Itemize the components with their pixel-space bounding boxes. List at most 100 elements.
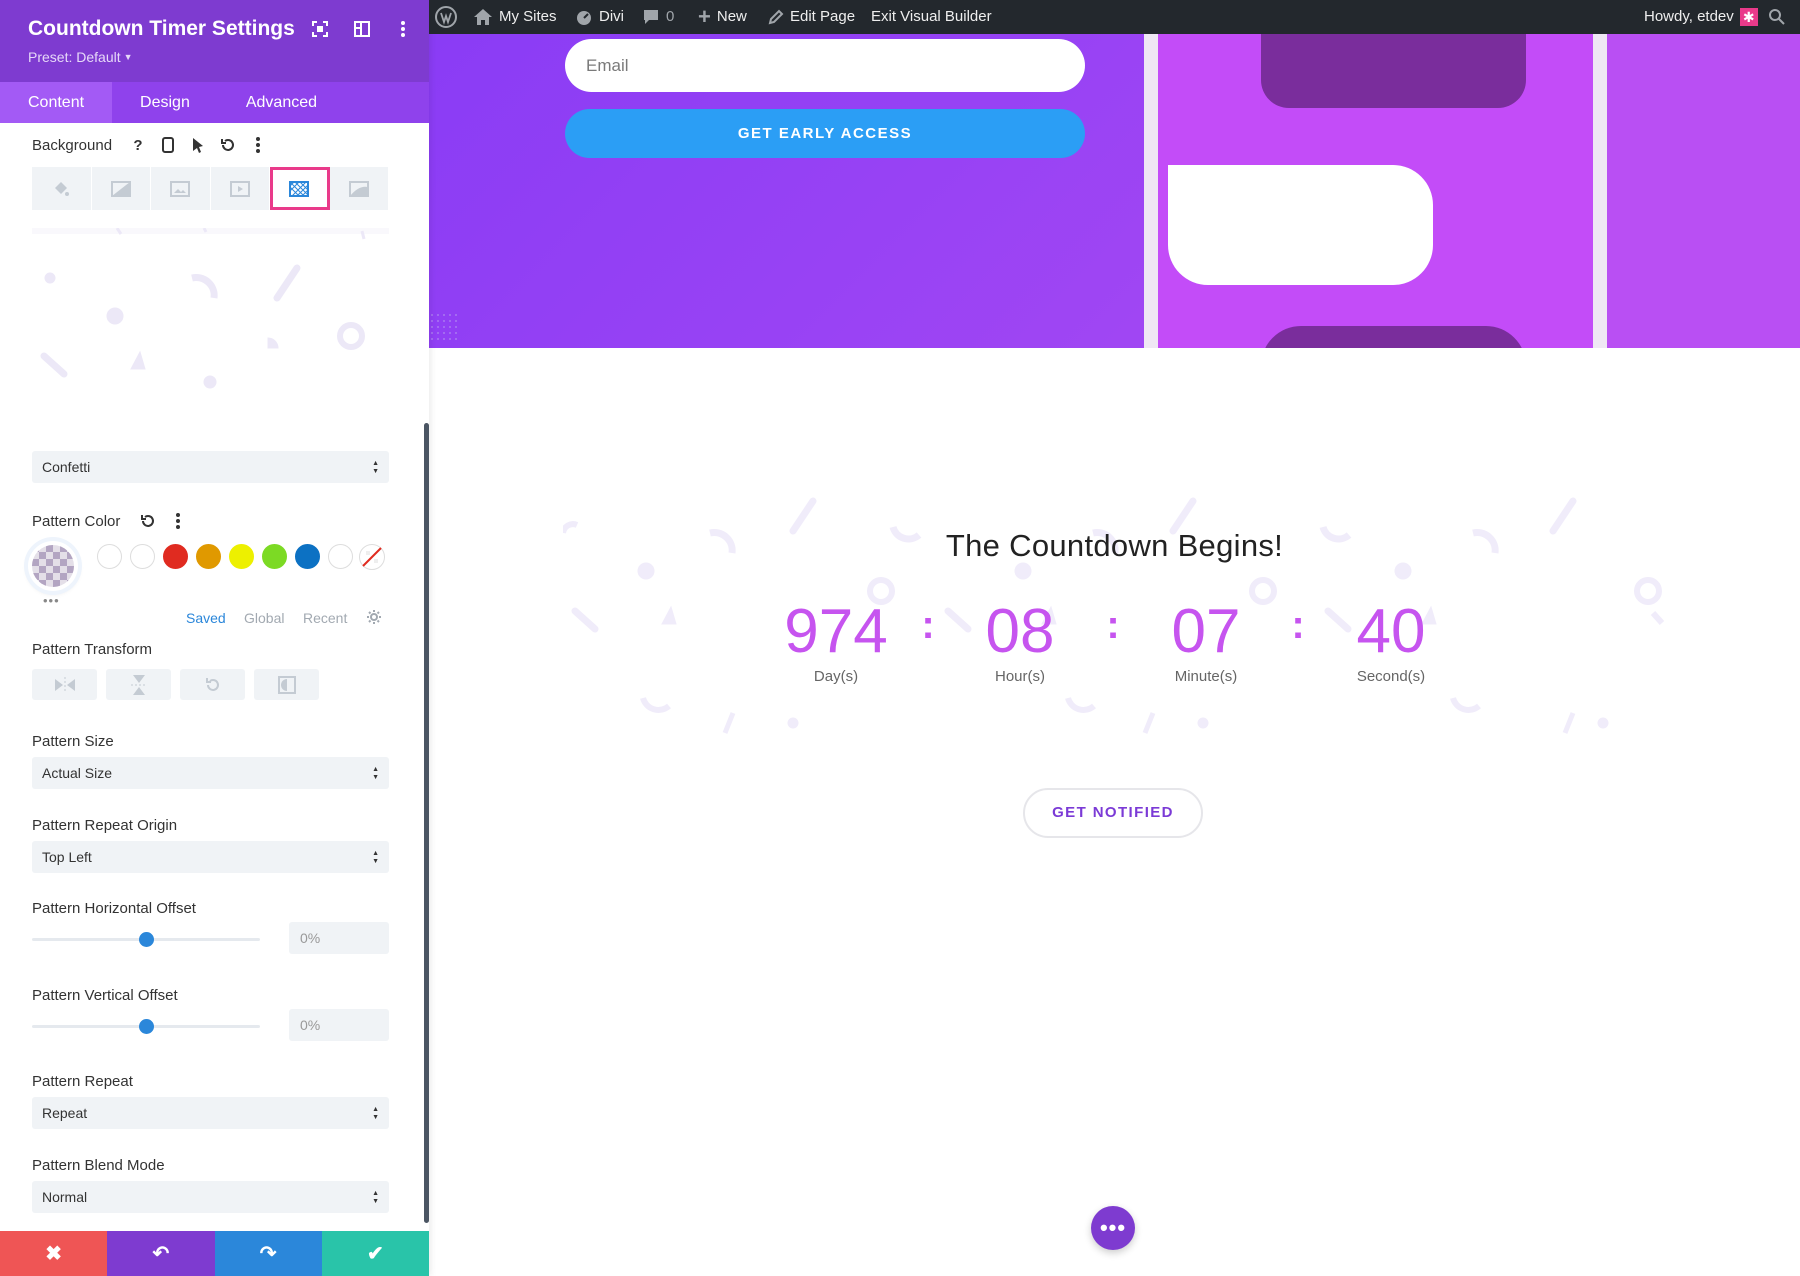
hero-section: Email GET EARLY ACCESS bbox=[429, 34, 1800, 348]
minutes-value: 07 bbox=[1171, 597, 1241, 666]
pattern-vertical-offset-label: Pattern Vertical Offset bbox=[32, 987, 178, 1004]
countdown-title: The Countdown Begins! bbox=[945, 528, 1284, 563]
tab-design[interactable]: Design bbox=[112, 82, 218, 123]
background-mask-tab[interactable] bbox=[330, 167, 389, 210]
select-arrows-icon: ▲ ▼ bbox=[372, 1190, 379, 1205]
flip-horizontal-button[interactable] bbox=[32, 669, 97, 700]
divi-menu[interactable]: Divi bbox=[575, 0, 624, 34]
seconds-label: Second(s) bbox=[1356, 668, 1426, 685]
search-icon[interactable] bbox=[1768, 0, 1786, 34]
color-swatch[interactable] bbox=[196, 544, 221, 569]
email-input[interactable]: Email bbox=[565, 39, 1085, 92]
edit-page-link[interactable]: Edit Page bbox=[768, 0, 855, 34]
reset-icon[interactable] bbox=[218, 135, 238, 155]
background-image-tab[interactable] bbox=[151, 167, 211, 210]
undo-button[interactable]: ↶ bbox=[107, 1231, 215, 1276]
flip-vertical-button[interactable] bbox=[106, 669, 171, 700]
get-notified-button[interactable]: GET NOTIFIED bbox=[1023, 788, 1203, 838]
my-sites-menu[interactable]: My Sites bbox=[473, 0, 557, 34]
comment-icon bbox=[644, 10, 658, 24]
pattern-repeat-origin-select[interactable]: Top Left ▲ ▼ bbox=[32, 841, 389, 873]
more-options-icon[interactable] bbox=[394, 20, 414, 40]
color-swatch[interactable] bbox=[229, 544, 254, 569]
split-view-icon[interactable] bbox=[353, 20, 373, 40]
color-swatch[interactable] bbox=[328, 544, 353, 569]
select-arrows-icon: ▲ ▼ bbox=[372, 850, 379, 865]
countdown-separator: : bbox=[921, 603, 935, 647]
transparent-swatch[interactable] bbox=[358, 543, 386, 571]
color-swatch[interactable] bbox=[130, 544, 155, 569]
pattern-icon bbox=[289, 180, 310, 197]
countdown-separator: : bbox=[1291, 603, 1305, 647]
panel-scrollbar[interactable] bbox=[424, 423, 429, 1223]
hours-value: 08 bbox=[985, 597, 1055, 666]
pattern-select-value: Confetti bbox=[42, 459, 91, 475]
paint-bucket-icon bbox=[55, 181, 70, 196]
gear-icon[interactable] bbox=[366, 609, 382, 630]
horizontal-offset-input[interactable]: 0% bbox=[289, 922, 389, 954]
user-menu[interactable]: Howdy, etdev ✱ bbox=[1644, 0, 1758, 34]
save-button[interactable]: ✔ bbox=[321, 1231, 429, 1276]
color-swatch[interactable] bbox=[163, 544, 188, 569]
caret-down-icon: ▼ bbox=[123, 52, 133, 62]
background-video-tab[interactable] bbox=[211, 167, 270, 210]
wordpress-logo-icon[interactable] bbox=[435, 0, 457, 34]
more-icon[interactable] bbox=[168, 511, 188, 531]
responsive-icon[interactable] bbox=[158, 135, 178, 155]
panel-tabs: Content Design Advanced bbox=[0, 82, 429, 123]
new-menu[interactable]: + New bbox=[698, 0, 747, 34]
more-icon[interactable] bbox=[248, 135, 268, 155]
builder-menu-button[interactable]: ••• bbox=[1091, 1206, 1135, 1250]
fullscreen-icon[interactable] bbox=[311, 20, 331, 40]
pattern-select[interactable]: Confetti ▲ ▼ bbox=[32, 451, 389, 483]
howdy-label: Howdy, etdev bbox=[1644, 8, 1734, 25]
avatar: ✱ bbox=[1739, 8, 1758, 26]
exit-visual-builder-link[interactable]: Exit Visual Builder bbox=[871, 0, 992, 34]
palette-tab-recent[interactable]: Recent bbox=[303, 610, 347, 626]
comments-count: 0 bbox=[666, 8, 675, 25]
reset-icon[interactable] bbox=[138, 511, 158, 531]
divi-label: Divi bbox=[599, 8, 624, 25]
panel-header: Countdown Timer Settings Preset: Default… bbox=[0, 0, 429, 82]
background-gradient-tab[interactable] bbox=[92, 167, 151, 210]
countdown-minutes: 07 Minute(s) bbox=[1136, 597, 1276, 686]
hero-dot-pattern bbox=[429, 312, 459, 342]
hours-label: Hour(s) bbox=[994, 668, 1045, 685]
new-label: New bbox=[716, 8, 747, 25]
vertical-offset-input[interactable]: 0% bbox=[289, 1009, 389, 1041]
pattern-blend-mode-value: Normal bbox=[42, 1189, 88, 1205]
current-color-swatch[interactable] bbox=[28, 541, 78, 591]
background-pattern-tab[interactable] bbox=[270, 167, 330, 210]
pattern-size-select[interactable]: Actual Size ▲ ▼ bbox=[32, 757, 389, 789]
phone-mockup bbox=[1144, 34, 1607, 348]
pattern-transform-buttons bbox=[32, 669, 319, 700]
rotate-icon bbox=[205, 677, 219, 691]
minutes-label: Minute(s) bbox=[1174, 668, 1238, 685]
tab-advanced[interactable]: Advanced bbox=[218, 82, 345, 123]
hover-icon[interactable] bbox=[188, 135, 208, 155]
select-arrows-icon: ▲ ▼ bbox=[372, 1106, 379, 1121]
palette-tab-global[interactable]: Global bbox=[244, 610, 284, 626]
pattern-repeat-select[interactable]: Repeat ▲ ▼ bbox=[32, 1097, 389, 1129]
preset-selector[interactable]: Preset: Default ▼ bbox=[28, 49, 133, 65]
help-icon[interactable]: ? bbox=[128, 135, 148, 155]
comments-menu[interactable]: 0 bbox=[642, 0, 674, 34]
tab-content[interactable]: Content bbox=[0, 82, 113, 123]
color-swatch[interactable] bbox=[262, 544, 287, 569]
more-swatches-icon[interactable]: ••• bbox=[43, 593, 60, 608]
horizontal-offset-slider-handle[interactable] bbox=[139, 932, 154, 947]
redo-button[interactable]: ↷ bbox=[214, 1231, 322, 1276]
background-color-tab[interactable] bbox=[32, 167, 92, 210]
chat-bubble-dark bbox=[1261, 326, 1526, 348]
invert-button[interactable] bbox=[254, 669, 319, 700]
color-swatch[interactable] bbox=[295, 544, 320, 569]
settings-panel: Countdown Timer Settings Preset: Default… bbox=[0, 0, 429, 1276]
days-label: Day(s) bbox=[813, 668, 859, 685]
rotate-button[interactable] bbox=[180, 669, 245, 700]
pattern-blend-mode-select[interactable]: Normal ▲ ▼ bbox=[32, 1181, 389, 1213]
get-early-access-button[interactable]: GET EARLY ACCESS bbox=[565, 109, 1085, 158]
color-swatch[interactable] bbox=[97, 544, 122, 569]
cancel-button[interactable]: ✖ bbox=[0, 1231, 108, 1276]
palette-tab-saved[interactable]: Saved bbox=[186, 610, 226, 626]
vertical-offset-slider-handle[interactable] bbox=[139, 1019, 154, 1034]
